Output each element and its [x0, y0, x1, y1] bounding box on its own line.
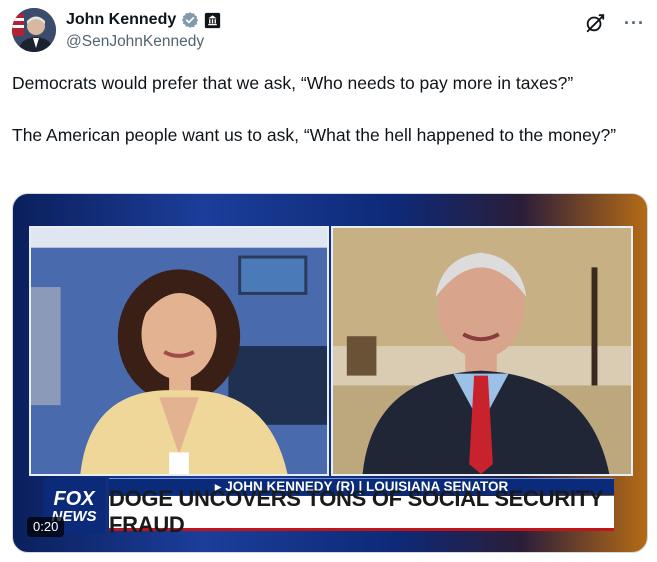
- post-paragraph-1: Democrats would prefer that we ask, “Who…: [12, 73, 574, 93]
- author-name-row: John Kennedy: [66, 10, 221, 30]
- video-panel-right: [331, 226, 633, 476]
- post-paragraph-2: The American people want us to ask, “Wha…: [12, 125, 617, 145]
- verified-gray-badge-icon[interactable]: [181, 11, 199, 29]
- chyron-headline: DOGE UNCOVERS TONS OF SOCIAL SECURITY FR…: [109, 486, 614, 537]
- fox-logo-top: FOX: [53, 487, 95, 510]
- senator-image: [333, 228, 631, 474]
- more-options-icon[interactable]: ···: [624, 12, 645, 34]
- post-body: Democrats would prefer that we ask, “Who…: [12, 70, 642, 148]
- government-building-icon[interactable]: [204, 12, 221, 29]
- anchor-image: [31, 228, 327, 474]
- display-name[interactable]: John Kennedy: [66, 11, 176, 29]
- video-timestamp: 0:20: [27, 517, 65, 537]
- author-handle[interactable]: @SenJohnKennedy: [66, 33, 204, 51]
- post-actions: ···: [584, 12, 645, 34]
- avatar-image: [12, 8, 56, 52]
- video-panel-left: [29, 226, 329, 476]
- post-card: John Kennedy @SenJohnKennedy ··· Democra…: [0, 0, 657, 562]
- grok-icon[interactable]: [584, 12, 606, 34]
- avatar[interactable]: [12, 8, 56, 52]
- chyron: FOX NEWS ▸ JOHN KENNEDY (R) | LOUISIANA …: [43, 478, 629, 538]
- video-player[interactable]: FOX NEWS ▸ JOHN KENNEDY (R) | LOUISIANA …: [12, 193, 648, 553]
